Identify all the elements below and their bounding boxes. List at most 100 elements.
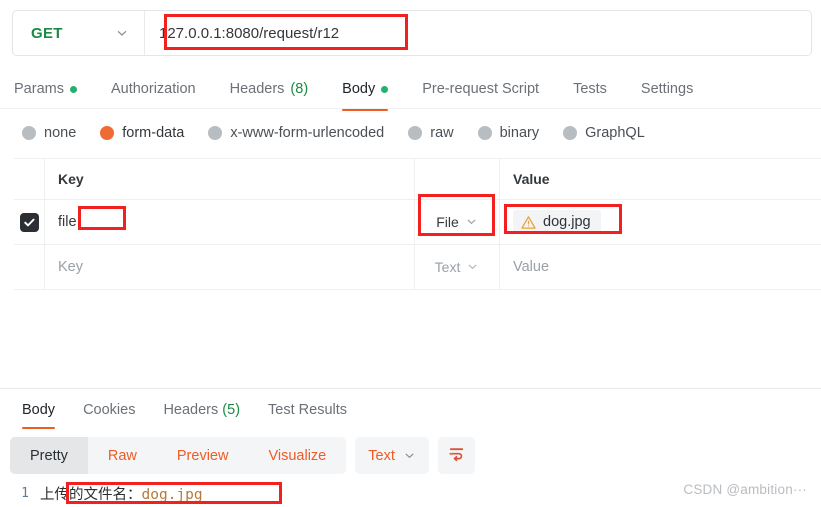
response-view-mode-group: Pretty Raw Preview Visualize: [10, 437, 347, 474]
column-header-key: Key: [58, 171, 84, 187]
tab-settings[interactable]: Settings: [624, 72, 710, 106]
tabs-divider: [0, 108, 821, 109]
chevron-down-icon: [467, 261, 479, 273]
body-mode-none-label: none: [44, 125, 77, 141]
radio-icon: [22, 126, 36, 140]
empty-row-value-input[interactable]: Value: [500, 245, 821, 289]
body-mode-form-data[interactable]: form-data: [100, 125, 184, 141]
empty-row-value-placeholder: Value: [513, 259, 550, 275]
empty-row-type-dropdown[interactable]: Text: [415, 245, 500, 289]
tab-body[interactable]: Body: [325, 72, 405, 111]
header-cell-key: Key: [45, 159, 415, 199]
tab-body-label: Body: [342, 81, 376, 97]
header-cell-checkbox: [14, 159, 45, 199]
tab-authorization[interactable]: Authorization: [94, 72, 213, 106]
chevron-down-icon: [466, 216, 478, 228]
active-tab-underline: [22, 427, 56, 429]
word-wrap-icon: [447, 444, 466, 468]
body-mode-raw[interactable]: raw: [408, 125, 454, 141]
response-body-prefix: 上传的文件名：: [40, 487, 142, 503]
body-mode-urlencoded[interactable]: x-www-form-urlencoded: [208, 125, 384, 141]
view-mode-preview-label: Preview: [176, 447, 229, 464]
empty-row-key-input[interactable]: Key: [45, 245, 415, 289]
modified-dot-icon: [381, 85, 389, 93]
row-type-value: File: [436, 214, 459, 230]
chevron-down-icon: [116, 27, 128, 39]
url-input[interactable]: 127.0.0.1:8080/request/r12: [145, 11, 811, 55]
body-mode-urlencoded-label: x-www-form-urlencoded: [230, 125, 385, 141]
body-mode-none[interactable]: none: [22, 125, 76, 141]
response-body-text: 上传的文件名：dog.jpg: [40, 483, 203, 504]
tab-params-label: Params: [14, 81, 64, 97]
empty-row-type-value: Text: [434, 259, 461, 275]
row-checkbox-cell[interactable]: [14, 200, 45, 244]
table-row: file File dog.jpg: [14, 200, 821, 245]
empty-row-key-placeholder: Key: [58, 259, 83, 275]
row-key-value: file: [58, 214, 77, 230]
tab-headers-count: (8): [290, 81, 309, 97]
line-number: 1: [21, 486, 29, 501]
postman-window: GET 127.0.0.1:8080/request/r12 Params Au…: [0, 0, 821, 507]
file-value-chip[interactable]: dog.jpg: [513, 210, 601, 234]
http-method-selector[interactable]: GET: [13, 11, 145, 55]
response-toolbar: Pretty Raw Preview Visualize Text: [10, 437, 475, 474]
body-mode-radio-group: none form-data x-www-form-urlencoded raw…: [0, 118, 821, 148]
row-type-dropdown[interactable]: File: [415, 200, 500, 244]
radio-selected-icon: [100, 126, 115, 140]
response-format-dropdown[interactable]: Text: [355, 437, 429, 474]
response-tab-body[interactable]: Body: [8, 395, 69, 429]
body-mode-graphql-label: GraphQL: [585, 125, 645, 141]
warning-triangle-icon: [521, 215, 536, 230]
modified-dot-icon: [69, 85, 77, 93]
tab-tests-label: Tests: [573, 81, 607, 97]
body-mode-binary[interactable]: binary: [477, 125, 539, 141]
row-key-cell[interactable]: file: [45, 200, 415, 244]
radio-icon: [208, 126, 223, 140]
table-header-row: Key Value: [14, 158, 821, 200]
view-mode-visualize-label: Visualize: [268, 447, 327, 464]
empty-row-checkbox-cell[interactable]: [14, 245, 45, 289]
response-tab-headers[interactable]: Headers (5): [149, 395, 254, 425]
word-wrap-button[interactable]: [437, 437, 475, 474]
tab-headers[interactable]: Headers (8): [213, 72, 326, 106]
view-mode-raw-label: Raw: [107, 447, 137, 464]
tab-pre-request-script[interactable]: Pre-request Script: [405, 72, 556, 106]
response-tab-cookies[interactable]: Cookies: [69, 395, 149, 425]
view-mode-pretty[interactable]: Pretty: [10, 437, 88, 474]
response-format-value: Text: [368, 447, 395, 464]
view-mode-pretty-label: Pretty: [30, 447, 68, 464]
response-tab-test-results[interactable]: Test Results: [254, 395, 361, 425]
tab-authorization-label: Authorization: [110, 81, 196, 97]
header-cell-value: Value: [500, 159, 821, 199]
response-tab-test-results-label: Test Results: [268, 402, 348, 418]
row-value-cell[interactable]: dog.jpg: [500, 200, 821, 244]
response-tab-body-label: Body: [22, 402, 56, 418]
response-tabs: Body Cookies Headers (5) Test Results: [0, 395, 821, 429]
request-tabs: Params Authorization Headers (8) Body Pr…: [0, 72, 821, 111]
http-method-label: GET: [31, 24, 63, 42]
file-name-value: dog.jpg: [543, 214, 591, 230]
active-tab-underline: [342, 109, 389, 111]
response-body-filename: dog.jpg: [141, 487, 203, 503]
chevron-down-icon: [404, 450, 416, 462]
radio-icon: [563, 126, 578, 140]
body-mode-graphql[interactable]: GraphQL: [563, 125, 645, 141]
url-value: 127.0.0.1:8080/request/r12: [159, 24, 340, 42]
checkbox-checked-icon[interactable]: [19, 212, 39, 232]
response-tab-cookies-label: Cookies: [83, 402, 136, 418]
view-mode-preview[interactable]: Preview: [157, 437, 249, 474]
tab-settings-label: Settings: [640, 81, 694, 97]
view-mode-visualize[interactable]: Visualize: [248, 437, 346, 474]
header-cell-type: [415, 159, 500, 199]
radio-icon: [408, 126, 423, 140]
response-tab-headers-count: (5): [222, 402, 241, 418]
tab-params[interactable]: Params: [12, 72, 94, 106]
body-mode-form-data-label: form-data: [122, 125, 185, 141]
radio-icon: [477, 126, 492, 140]
body-mode-raw-label: raw: [430, 125, 454, 141]
csdn-watermark: CSDN @ambition···: [683, 482, 807, 497]
column-header-value: Value: [513, 171, 550, 187]
request-url-bar: GET 127.0.0.1:8080/request/r12: [12, 10, 812, 56]
tab-tests[interactable]: Tests: [556, 72, 624, 106]
view-mode-raw[interactable]: Raw: [88, 437, 157, 474]
